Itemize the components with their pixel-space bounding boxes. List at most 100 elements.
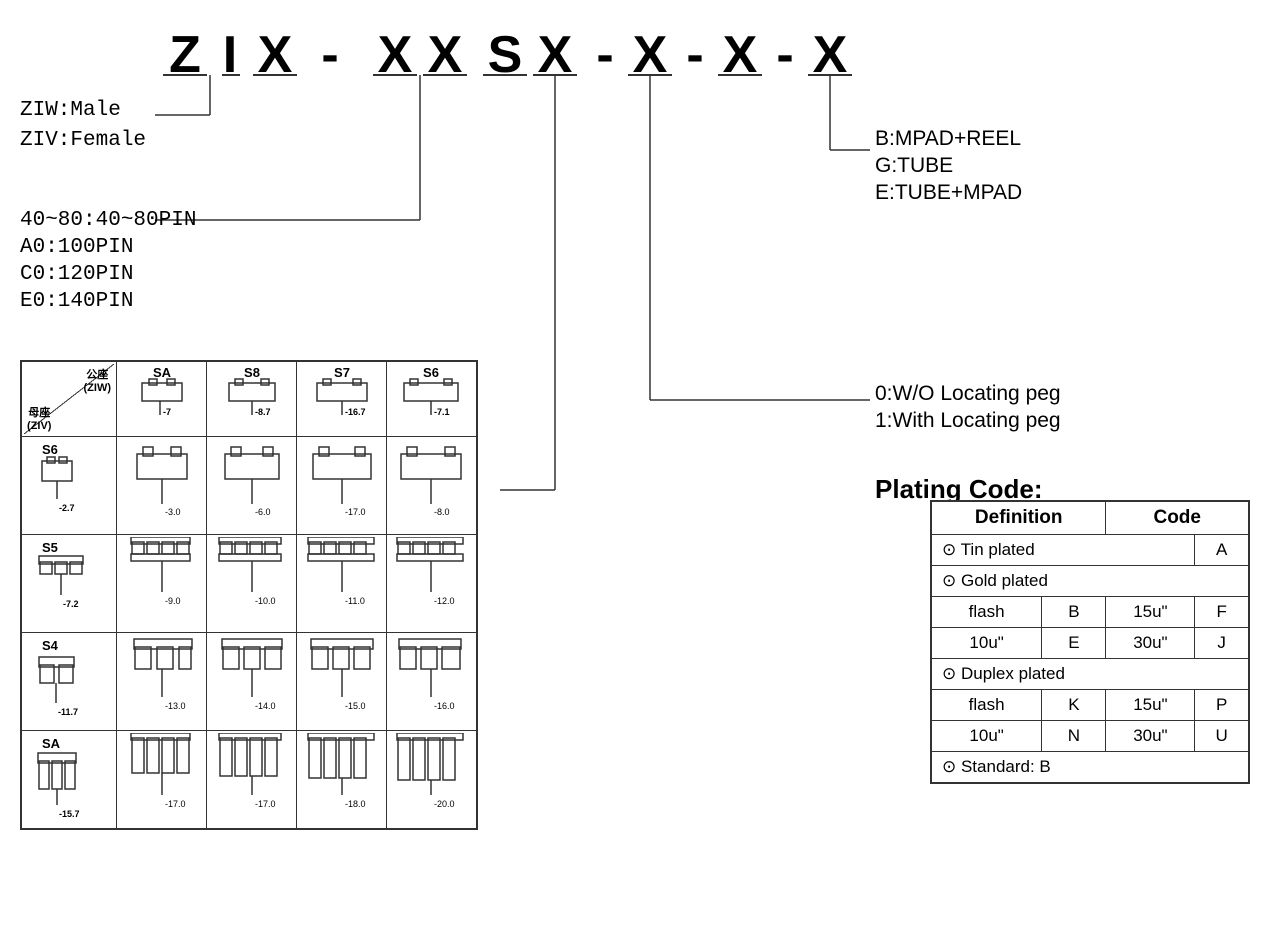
- svg-text:X: X: [538, 26, 573, 84]
- svg-text:A0:100PIN: A0:100PIN: [20, 236, 133, 259]
- connector-table: 公座(ZIW) 母座(ZIV) SA -7: [20, 360, 478, 830]
- plating-table: Definition Code ⊙ Tin plated A ⊙ Gold pl…: [930, 500, 1250, 784]
- cell-s5-s6: -12.0: [387, 535, 477, 633]
- svg-text:B:MPAD+REEL: B:MPAD+REEL: [875, 127, 1021, 150]
- svg-text:SA: SA: [42, 736, 61, 751]
- svg-text:-2.7: -2.7: [59, 503, 75, 513]
- gold-30u-label: 30u": [1106, 628, 1195, 659]
- plating-row-gold-flash: flash B 15u" F: [931, 597, 1249, 628]
- svg-text:-12.0: -12.0: [434, 596, 455, 606]
- gold-15u-code: F: [1195, 597, 1249, 628]
- svg-text:G:TUBE: G:TUBE: [875, 154, 953, 177]
- connector-table-section: 公座(ZIW) 母座(ZIV) SA -7: [20, 360, 478, 830]
- svg-text:-: -: [686, 26, 703, 84]
- svg-text:-13.0: -13.0: [165, 701, 186, 711]
- row-label-s5: S5 -7.2: [21, 535, 117, 633]
- svg-text:0:W/O Locating peg: 0:W/O Locating peg: [875, 382, 1061, 405]
- svg-text:S6: S6: [42, 442, 58, 457]
- cell-s6-s8: -6.0: [207, 437, 297, 535]
- duplex-15u-label: 15u": [1106, 690, 1195, 721]
- svg-text:-: -: [321, 26, 338, 84]
- row-label-sa: SA -15.7: [21, 731, 117, 830]
- svg-text:-16.0: -16.0: [434, 701, 455, 711]
- svg-text:S6: S6: [423, 365, 439, 380]
- row-label-s4: S4 -11.7: [21, 633, 117, 731]
- svg-text:-15.0: -15.0: [345, 701, 366, 711]
- cell-sa-sa: -17.0: [117, 731, 207, 830]
- gold-10u-code: E: [1042, 628, 1106, 659]
- cell-sa-s6: -20.0: [387, 731, 477, 830]
- svg-text:40~80:40~80PIN: 40~80:40~80PIN: [20, 209, 196, 232]
- plating-header-definition: Definition: [931, 501, 1106, 535]
- table-row-s4: S4 -11.7: [21, 633, 477, 731]
- svg-text:-3.0: -3.0: [165, 507, 181, 517]
- svg-text:-6.0: -6.0: [255, 507, 271, 517]
- cell-s4-s6: -16.0: [387, 633, 477, 731]
- svg-text:-7: -7: [163, 407, 171, 417]
- svg-text:Z: Z: [169, 26, 201, 84]
- svg-text:S7: S7: [334, 365, 350, 380]
- gold-30u-code: J: [1195, 628, 1249, 659]
- gold-flash-code: B: [1042, 597, 1106, 628]
- cell-s5-sa: -9.0: [117, 535, 207, 633]
- plating-row-tin: ⊙ Tin plated A: [931, 535, 1249, 566]
- svg-text:-10.0: -10.0: [255, 596, 276, 606]
- svg-text:S5: S5: [42, 540, 58, 555]
- cell-s4-s7: -15.0: [297, 633, 387, 731]
- svg-text:X: X: [378, 26, 413, 84]
- gold-15u-label: 15u": [1106, 597, 1195, 628]
- svg-text:-: -: [776, 26, 793, 84]
- gold-10u-label: 10u": [931, 628, 1042, 659]
- svg-text:-8.7: -8.7: [255, 407, 271, 417]
- svg-text:-11.0: -11.0: [345, 596, 365, 606]
- svg-text:-14.0: -14.0: [255, 701, 276, 711]
- svg-text:-18.0: -18.0: [345, 799, 366, 809]
- svg-text:1:With Locating peg: 1:With Locating peg: [875, 409, 1061, 432]
- table-header-diagonal: 公座(ZIW) 母座(ZIV): [21, 361, 117, 437]
- duplex-10u-code: N: [1042, 721, 1106, 752]
- svg-text:X: X: [633, 26, 668, 84]
- svg-text:SA: SA: [152, 365, 171, 380]
- svg-text:E0:140PIN: E0:140PIN: [20, 290, 133, 313]
- svg-text:-17.0: -17.0: [255, 799, 276, 809]
- svg-text:-8.0: -8.0: [434, 507, 450, 517]
- table-row-s6: S6 -2.7: [21, 437, 477, 535]
- table-row-sa: SA -15.7: [21, 731, 477, 830]
- duplex-flash-code: K: [1042, 690, 1106, 721]
- cell-s6-s6: -8.0: [387, 437, 477, 535]
- svg-text:I: I: [223, 26, 237, 84]
- svg-text:-17.0: -17.0: [345, 507, 366, 517]
- svg-text:X: X: [723, 26, 758, 84]
- svg-text:X: X: [258, 26, 293, 84]
- duplex-15u-code: P: [1195, 690, 1249, 721]
- duplex-flash-label: flash: [931, 690, 1042, 721]
- svg-text:S: S: [488, 26, 523, 84]
- svg-text:E:TUBE+MPAD: E:TUBE+MPAD: [875, 181, 1022, 204]
- plating-row-gold-header: ⊙ Gold plated: [931, 566, 1249, 597]
- cell-s6-sa: -3.0: [117, 437, 207, 535]
- plating-row-gold-10u: 10u" E 30u" J: [931, 628, 1249, 659]
- cell-s4-s8: -14.0: [207, 633, 297, 731]
- svg-text:-7.2: -7.2: [63, 599, 79, 609]
- gold-flash-label: flash: [931, 597, 1042, 628]
- svg-text:-20.0: -20.0: [434, 799, 455, 809]
- tin-plated-code: A: [1195, 535, 1249, 566]
- svg-text:X: X: [813, 26, 848, 84]
- svg-text:-15.7: -15.7: [59, 809, 80, 819]
- plating-row-duplex-10u: 10u" N 30u" U: [931, 721, 1249, 752]
- plating-row-duplex-flash: flash K 15u" P: [931, 690, 1249, 721]
- col-header-s6: S6 -7.1: [387, 361, 477, 437]
- plating-section: Definition Code ⊙ Tin plated A ⊙ Gold pl…: [930, 500, 1250, 784]
- svg-text:-: -: [596, 26, 613, 84]
- cell-s5-s8: -10.0: [207, 535, 297, 633]
- gold-plated-label: ⊙ Gold plated: [931, 566, 1249, 597]
- svg-text:S4: S4: [42, 638, 59, 653]
- duplex-30u-code: U: [1195, 721, 1249, 752]
- cell-s5-s7: -11.0: [297, 535, 387, 633]
- table-row-s5: S5 -7.2: [21, 535, 477, 633]
- plating-row-standard: ⊙ Standard: B: [931, 752, 1249, 784]
- duplex-10u-label: 10u": [931, 721, 1042, 752]
- svg-text:-9.0: -9.0: [165, 596, 181, 606]
- svg-text:ZIW:Male: ZIW:Male: [20, 99, 121, 122]
- svg-text:-16.7: -16.7: [345, 407, 366, 417]
